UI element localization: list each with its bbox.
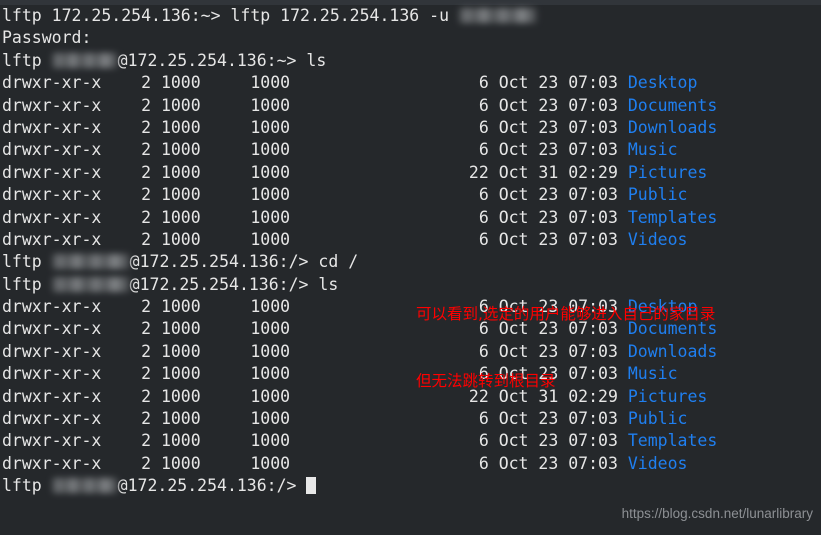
- redacted-username: [51, 52, 118, 68]
- listing-row: drwxr-xr-x 2 1000 1000 6 Oct 23 07:03 Pu…: [2, 185, 688, 205]
- directory-name: Desktop: [627, 73, 698, 93]
- annotation-line-1: 可以看到,选定的用户能够进入自己的家目录: [416, 304, 716, 323]
- directory-name: Documents: [627, 95, 718, 115]
- directory-name: Templates: [627, 207, 718, 227]
- text-cursor[interactable]: [306, 477, 317, 495]
- terminal-window[interactable]: lftp 172.25.254.136:~> lftp 172.25.254.1…: [0, 0, 821, 535]
- prompt-line-active: lftp @172.25.254.136:/>: [0, 475, 821, 497]
- password-prompt-line: Password:: [2, 28, 92, 48]
- watermark-url: https://blog.csdn.net/lunarlibrary: [621, 506, 813, 521]
- redacted-username: [51, 254, 130, 270]
- redacted-username: [51, 478, 118, 494]
- annotation-line-2: 但无法跳转到根目录: [416, 372, 556, 391]
- redacted-username: [51, 276, 130, 292]
- listing-row: drwxr-xr-x 2 1000 1000 6 Oct 23 07:03 Do…: [2, 117, 718, 137]
- directory-name: Pictures: [627, 162, 708, 182]
- listing-row: drwxr-xr-x 2 1000 1000 6 Oct 23 07:03 Vi…: [2, 453, 688, 473]
- directory-name: Videos: [627, 229, 688, 249]
- directory-name: Music: [627, 140, 678, 160]
- annotation-overlay: 可以看到,选定的用户能够进入自己的家目录 但无法跳转到根目录: [416, 258, 715, 437]
- listing-row: drwxr-xr-x 2 1000 1000 6 Oct 23 07:03 Mu…: [2, 140, 678, 160]
- directory-name: Public: [627, 185, 688, 205]
- listing-row: drwxr-xr-x 2 1000 1000 6 Oct 23 07:03 Te…: [2, 207, 718, 227]
- directory-name: Downloads: [627, 117, 718, 137]
- listing-row: drwxr-xr-x 2 1000 1000 6 Oct 23 07:03 De…: [2, 73, 698, 93]
- listing-row: drwxr-xr-x 2 1000 1000 6 Oct 23 07:03 Do…: [2, 95, 718, 115]
- prompt-line-ls-home: lftp @172.25.254.136:~> ls: [2, 50, 327, 70]
- listing-row: drwxr-xr-x 2 1000 1000 22 Oct 31 02:29 P…: [2, 162, 708, 182]
- listing-row: drwxr-xr-x 2 1000 1000 6 Oct 23 07:03 Vi…: [2, 229, 688, 249]
- directory-name: Videos: [627, 453, 688, 473]
- redacted-username: [458, 8, 537, 23]
- prompt-line-connect: lftp 172.25.254.136:~> lftp 172.25.254.1…: [0, 5, 821, 27]
